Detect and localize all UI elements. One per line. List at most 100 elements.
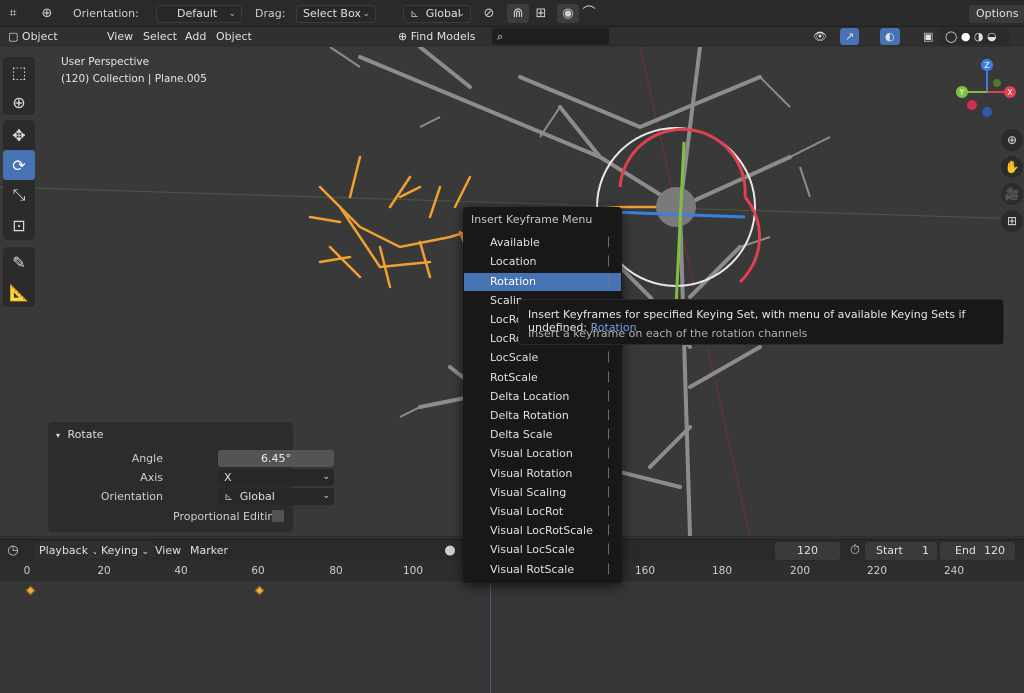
transform-pivot-point-icon[interactable]: ⊘ [478, 4, 500, 23]
move-icon[interactable]: ✥ [3, 120, 35, 150]
end-frame-field[interactable]: End 120 [940, 542, 1015, 560]
rotate-panel-header[interactable]: ▾ Rotate [56, 428, 104, 441]
drag-dropdown[interactable]: Select Box ⌄ [296, 5, 376, 23]
menu-item-visual-rotscale[interactable]: Visual RotScale ▏ [464, 561, 621, 579]
transform-orientation-dropdown[interactable]: ⊾ Global ⌄ [403, 5, 471, 23]
menu-title: Insert Keyframe Menu [471, 213, 593, 226]
menu-item-visual-location[interactable]: Visual Location ▏ [464, 445, 621, 463]
menu-item-visual-locscale[interactable]: Visual LocScale ▏ [464, 541, 621, 559]
scale-icon[interactable]: ⤡ [3, 180, 35, 210]
transform-tools-group: ✥ ⟳ ⤡ ⊡ [3, 120, 35, 240]
menu-item-visual-locrot[interactable]: Visual LocRot ▏ [464, 503, 621, 521]
chevron-down-icon: ⌄ [228, 9, 236, 19]
options-label: Options [976, 7, 1019, 20]
grid-perspective-icon[interactable]: ⊞ [1001, 210, 1023, 232]
annotate-tools-group: ✎ 📐 [3, 247, 35, 307]
navigation-gizmo[interactable]: Z X Y [952, 55, 1022, 125]
menu-item-delta-scale[interactable]: Delta Scale ▏ [464, 426, 621, 444]
ruler-label: 180 [711, 565, 733, 577]
grid-line [877, 581, 878, 693]
ruler-label: 40 [174, 565, 188, 577]
angle-field[interactable]: 6.45° [218, 450, 334, 467]
record-icon[interactable]: ● [439, 541, 461, 560]
snap-target-icon[interactable]: ⊞ [530, 4, 552, 23]
find-models-dropdown[interactable]: ⊕ Find Models [393, 28, 491, 45]
menu-item-delta-rotation[interactable]: Delta Rotation ▏ [464, 407, 621, 425]
grid-line [104, 581, 105, 693]
ruler-label: 20 [97, 565, 111, 577]
keying-label: Keying [101, 544, 138, 557]
transform-pivot-icon[interactable]: ⌗ [2, 4, 24, 23]
measure-icon[interactable]: 📐 [3, 277, 35, 307]
grid-line [800, 581, 801, 693]
snap-icon[interactable]: ⋒ [507, 4, 529, 23]
search-input[interactable]: ⌕ [492, 28, 609, 45]
timeline-body[interactable] [0, 581, 1024, 693]
mode-dropdown[interactable]: ▢ Object Mode [3, 28, 96, 60]
transform-icon[interactable]: ⊡ [3, 210, 35, 240]
current-frame-field[interactable]: 120 [775, 542, 840, 560]
chevron-down-icon: ⌄ [457, 9, 465, 19]
orientation-dropdown[interactable]: ⊾ Global ⌄ [218, 488, 334, 505]
timeline-view-menu[interactable]: View [150, 542, 186, 559]
editor-type-icon[interactable]: ◷ [2, 541, 24, 560]
falloff-icon[interactable]: ⌒ [578, 4, 600, 23]
wireframe-shading-icon[interactable]: ◯ [945, 30, 957, 43]
shading-modes[interactable]: ◯ ● ◑ ◒ [940, 28, 1010, 45]
menu-item-visual-locrotscale[interactable]: Visual LocRotScale ▏ [464, 522, 621, 540]
solid-shading-icon[interactable]: ● [961, 30, 971, 43]
proportional-editing-checkbox[interactable] [272, 510, 284, 522]
marker-menu[interactable]: Marker [185, 542, 233, 559]
drag-label: Drag: [255, 7, 286, 20]
pan-hand-icon[interactable]: ✋ [1001, 156, 1023, 178]
annotate-icon[interactable]: ✎ [3, 247, 35, 277]
axis-dropdown[interactable]: X ⌄ [218, 469, 334, 486]
rotate-icon[interactable]: ⟳ [3, 150, 35, 180]
menu-item-visual-rotation[interactable]: Visual Rotation ▏ [464, 465, 621, 483]
camera-icon[interactable]: 🎥 [1001, 183, 1023, 205]
orientation-axis-icon: ⊾ [224, 490, 234, 503]
rotate-tool-icon[interactable]: ⊕ [36, 4, 58, 23]
rendered-shading-icon[interactable]: ◒ [987, 30, 997, 43]
cursor-icon[interactable]: ⊕ [3, 87, 35, 117]
start-frame-field[interactable]: Start 1 [865, 542, 937, 560]
chevron-down-icon: ⌄ [141, 547, 149, 557]
rotate-panel-title: Rotate [67, 428, 104, 441]
end-label: End [955, 544, 976, 557]
end-value: 120 [984, 544, 1005, 557]
playhead-line[interactable] [490, 581, 491, 693]
menu-view[interactable]: View [102, 28, 138, 45]
menu-item-locscale[interactable]: LocScale ▏ [464, 349, 621, 367]
orientation-dropdown[interactable]: Default ⌄ [156, 5, 242, 23]
menu-item-rotscale[interactable]: RotScale ▏ [464, 369, 621, 387]
select-box-icon[interactable]: ⬚ [3, 57, 35, 87]
zoom-icon[interactable]: ⊕ [1001, 129, 1023, 151]
material-shading-icon[interactable]: ◑ [974, 30, 984, 43]
viewport-header: ▢ Object Mode View Select Add Object ⊕ F… [0, 27, 1024, 60]
keying-menu[interactable]: Keying ⌄ [96, 542, 154, 559]
visibility-icon[interactable]: 👁 [808, 28, 832, 45]
options-button[interactable]: Options ⌄ [969, 5, 1024, 38]
menu-add[interactable]: Add [180, 28, 211, 45]
menu-item-available[interactable]: Available ▏ [464, 234, 621, 252]
ruler-label: 160 [634, 565, 656, 577]
menu-object[interactable]: Object [211, 28, 257, 45]
menu-item-location[interactable]: Location ▏ [464, 253, 621, 271]
orientation-label: Orientation: [73, 7, 139, 20]
proportional-edit-icon[interactable]: ◉ [557, 4, 579, 23]
xray-icon[interactable]: ▣ [918, 28, 939, 45]
playback-menu[interactable]: Playback ⌄ [34, 542, 105, 559]
ruler-label: 200 [789, 565, 811, 577]
tool-settings-bar: ⌗ ⊕ Orientation: Default ⌄ Drag: Select … [0, 0, 1024, 38]
ruler-label: 0 [23, 565, 31, 577]
orientation-value: Global [239, 490, 275, 503]
menu-select[interactable]: Select [138, 28, 182, 45]
menu-item-visual-scaling[interactable]: Visual Scaling ▏ [464, 484, 621, 502]
rotate-operator-panel: ▾ Rotate Angle 6.45° Axis X ⌄ Orientatio… [48, 422, 334, 532]
menu-item-rotation[interactable]: Rotation ▏ [464, 273, 621, 291]
grid-line [954, 581, 955, 693]
menu-item-delta-location[interactable]: Delta Location ▏ [464, 388, 621, 406]
stopwatch-icon[interactable]: ⏱ [844, 541, 866, 560]
overlay-toggle-icon[interactable]: ◐ [880, 28, 900, 45]
gizmo-toggle-icon[interactable]: ↗ [840, 28, 860, 45]
